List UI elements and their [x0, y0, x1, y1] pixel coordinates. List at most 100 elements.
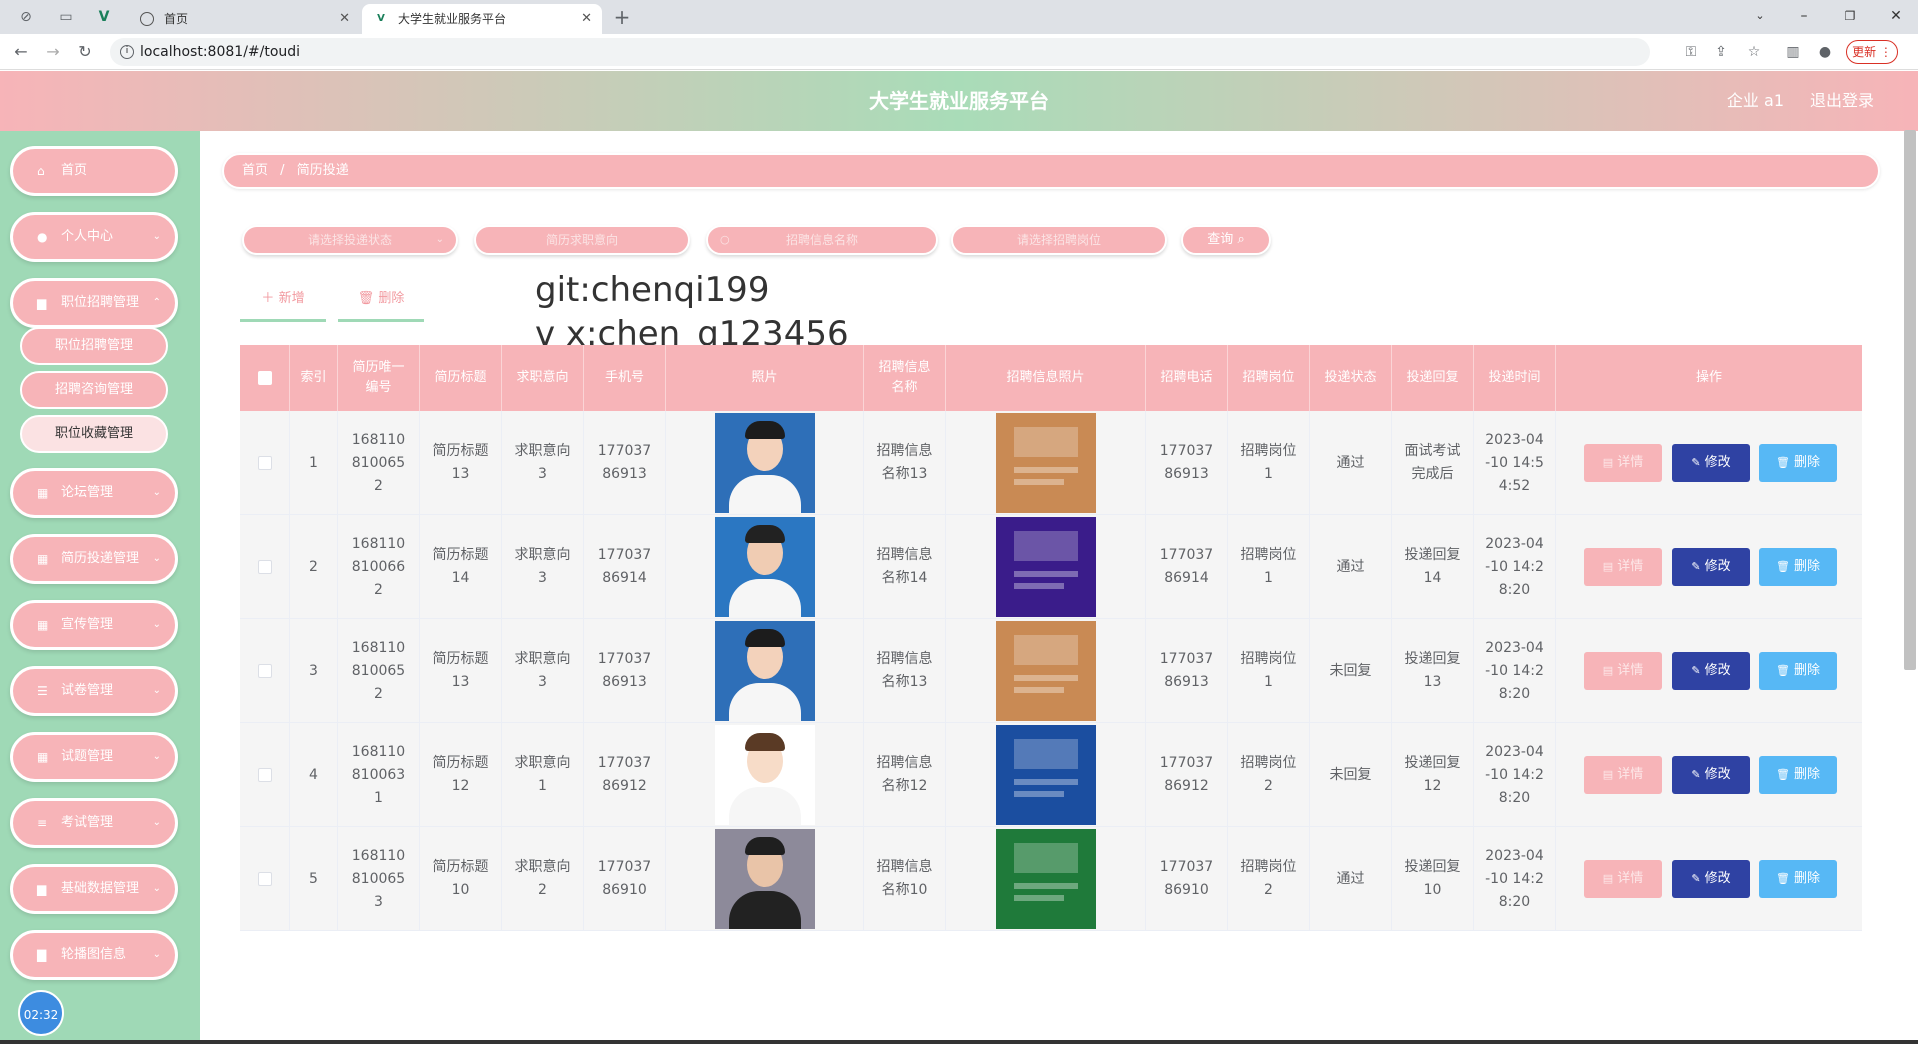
- avatar-image[interactable]: [714, 413, 815, 513]
- site-info-icon[interactable]: i: [120, 45, 134, 59]
- logout-link[interactable]: 退出登录: [1810, 71, 1874, 131]
- query-button[interactable]: 查询 ⌕: [1181, 225, 1271, 255]
- avatar-image[interactable]: [714, 621, 815, 721]
- cell-idx: 1: [290, 411, 338, 515]
- edit-button[interactable]: ✎ 修改: [1672, 444, 1750, 482]
- batch-delete-button[interactable]: 🗑 删除: [338, 284, 424, 322]
- cell-time: 2023-04-10 14:28:20: [1474, 723, 1556, 827]
- url-field[interactable]: i localhost:8081/#/toudi: [110, 38, 1650, 66]
- forward-icon[interactable]: →: [42, 41, 64, 63]
- table-header: 索引 简历唯一编号 简历标题 求职意向 手机号 照片 招聘信息名称 招聘信息照片…: [240, 345, 1862, 411]
- sidebar-item-label: 论坛管理: [61, 485, 114, 500]
- close-tab-icon[interactable]: ✕: [339, 4, 350, 34]
- sidebar-item-exams[interactable]: ≡ 考试管理 ⌄: [10, 798, 178, 848]
- tab-favicon-icon[interactable]: ▭: [56, 7, 76, 27]
- sidebar-item-papers[interactable]: ☰ 试卷管理 ⌄: [10, 666, 178, 716]
- edit-button[interactable]: ✎ 修改: [1672, 756, 1750, 794]
- submenu-job-recruit[interactable]: 职位招聘管理: [20, 327, 168, 365]
- status-select[interactable]: 请选择投递状态 ⌄: [242, 225, 458, 255]
- restore-icon[interactable]: ❐: [1836, 4, 1864, 28]
- sidebar-item-resume[interactable]: ▦ 简历投递管理 ⌄: [10, 534, 178, 584]
- cell-tel: 17703786913: [1146, 619, 1228, 723]
- submenu-job-favorites[interactable]: 职位收藏管理: [20, 415, 168, 453]
- detail-button[interactable]: ▤ 详情: [1584, 548, 1662, 586]
- edit-button[interactable]: ✎ 修改: [1672, 652, 1750, 690]
- edit-button[interactable]: ✎ 修改: [1672, 548, 1750, 586]
- sidepanel-icon[interactable]: ▥: [1784, 43, 1802, 61]
- update-button[interactable]: 更新 ⋮: [1846, 40, 1898, 64]
- avatar-image[interactable]: [714, 517, 815, 617]
- col-code: 简历唯一编号: [338, 345, 420, 411]
- chevron-down-icon: ⌄: [152, 817, 161, 828]
- row-checkbox[interactable]: [240, 515, 290, 619]
- submenu-recruit-consult[interactable]: 招聘咨询管理: [20, 371, 168, 409]
- row-checkbox[interactable]: [240, 827, 290, 931]
- poster-image[interactable]: [995, 413, 1096, 513]
- detail-button[interactable]: ▤ 详情: [1584, 652, 1662, 690]
- delete-button[interactable]: 🗑 删除: [1759, 756, 1837, 794]
- bookmark-star-icon[interactable]: ☆: [1745, 43, 1763, 61]
- recruit-poster: [946, 723, 1146, 827]
- profile-icon[interactable]: ●: [1816, 43, 1834, 61]
- cell-text: 简历标题13: [432, 443, 489, 482]
- col-time: 投递时间: [1474, 345, 1556, 411]
- delete-button[interactable]: 🗑 删除: [1759, 444, 1837, 482]
- cell-text: 2023-04-10 14:28:20: [1485, 743, 1544, 806]
- detail-button[interactable]: ▤ 详情: [1584, 756, 1662, 794]
- intent-input[interactable]: 简历求职意向: [474, 225, 690, 255]
- close-window-icon[interactable]: ✕: [1882, 4, 1910, 28]
- trash-icon: 🗑: [1776, 664, 1790, 677]
- new-tab-icon[interactable]: +: [612, 7, 632, 27]
- row-checkbox[interactable]: [240, 723, 290, 827]
- select-all-checkbox[interactable]: [240, 345, 290, 411]
- sidebar-item-label: 试题管理: [61, 749, 114, 764]
- browser-tab-active[interactable]: V 大学生就业服务平台 ✕: [362, 4, 602, 34]
- cell-idx: 3: [290, 619, 338, 723]
- recruit-name-input[interactable]: ○ 招聘信息名称: [706, 225, 938, 255]
- poster-image[interactable]: [995, 829, 1096, 929]
- list-icon: ≡: [37, 816, 48, 830]
- key-icon[interactable]: ⚿: [1682, 43, 1700, 61]
- sidebar-item-questions[interactable]: ▦ 试题管理 ⌄: [10, 732, 178, 782]
- close-tab-icon[interactable]: ✕: [581, 4, 592, 34]
- row-checkbox[interactable]: [240, 619, 290, 723]
- row-checkbox[interactable]: [240, 411, 290, 515]
- minimize-icon[interactable]: –: [1790, 4, 1818, 28]
- reload-icon[interactable]: ↻: [74, 41, 96, 63]
- cell-text: 投递回复10: [1404, 859, 1461, 898]
- poster-image[interactable]: [995, 725, 1096, 825]
- sidebar-item-promo[interactable]: ▦ 宣传管理 ⌄: [10, 600, 178, 650]
- avatar-image[interactable]: [714, 725, 815, 825]
- poster-image[interactable]: [995, 621, 1096, 721]
- delete-button[interactable]: 🗑 删除: [1759, 652, 1837, 690]
- avatar-image[interactable]: [714, 829, 815, 929]
- poster-image[interactable]: [995, 517, 1096, 617]
- page-scrollbar[interactable]: [1904, 130, 1916, 670]
- sidebar-item-job-recruit[interactable]: ▆ 职位招聘管理 ⌃: [10, 278, 178, 328]
- delete-button[interactable]: 🗑 删除: [1759, 860, 1837, 898]
- cell-idx: 5: [290, 827, 338, 931]
- pencil-icon: ✎: [1691, 872, 1701, 885]
- sidebar-item-basedata[interactable]: ▆ 基础数据管理 ⌄: [10, 864, 178, 914]
- share-icon[interactable]: ⇪: [1712, 43, 1730, 61]
- sidebar-item-home[interactable]: ⌂ 首页: [10, 146, 178, 196]
- browser-menu-icon[interactable]: ⊘: [16, 7, 36, 27]
- breadcrumb-home[interactable]: 首页: [242, 163, 268, 178]
- add-button[interactable]: ＋ 新增: [240, 284, 326, 322]
- detail-button[interactable]: ▤ 详情: [1584, 444, 1662, 482]
- delete-button[interactable]: 🗑 删除: [1759, 548, 1837, 586]
- file-icon: ▤: [1602, 664, 1614, 677]
- edit-button[interactable]: ✎ 修改: [1672, 860, 1750, 898]
- sidebar-item-profile[interactable]: ● 个人中心 ⌄: [10, 212, 178, 262]
- back-icon[interactable]: ←: [10, 41, 32, 63]
- browser-tab-home[interactable]: 首页 ✕: [128, 4, 360, 34]
- detail-button[interactable]: ▤ 详情: [1584, 860, 1662, 898]
- tab-search-icon[interactable]: ⌄: [1746, 4, 1774, 28]
- query-label: 查询: [1207, 232, 1234, 247]
- recruit-name-placeholder: 招聘信息名称: [785, 233, 858, 247]
- position-select[interactable]: 请选择招聘岗位: [951, 225, 1167, 255]
- sidebar-item-carousel[interactable]: ▇ 轮播图信息 ⌄: [10, 930, 178, 980]
- sidebar-item-forum[interactable]: ▦ 论坛管理 ⌄: [10, 468, 178, 518]
- search-icon: ○: [720, 233, 730, 246]
- vue-logo-icon[interactable]: V: [94, 7, 114, 27]
